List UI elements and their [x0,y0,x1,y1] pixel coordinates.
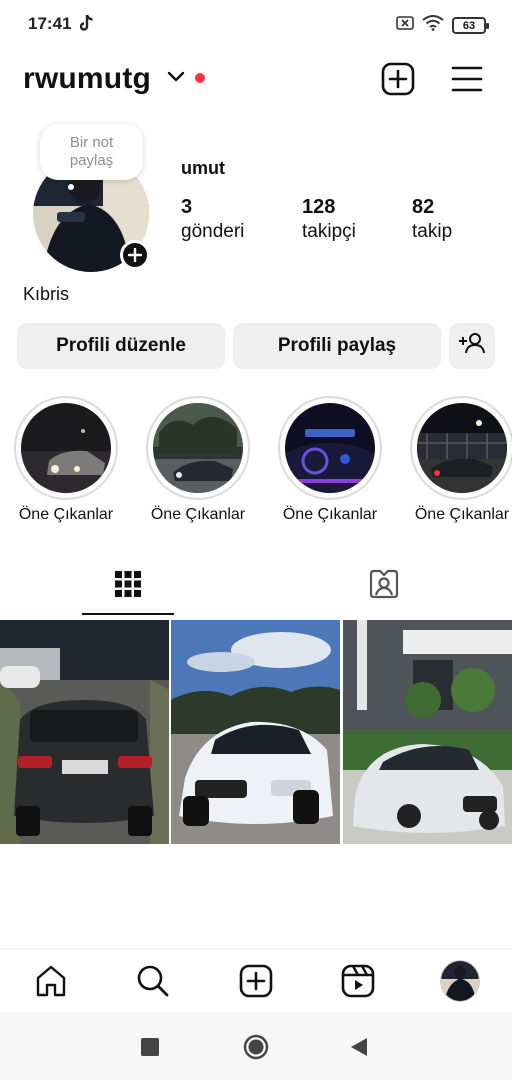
nav-avatar-image [440,960,480,1002]
highlight-ring [14,396,118,500]
add-person-icon [459,332,485,360]
note-text-line1: Bir not [69,134,114,151]
highlight-item[interactable]: Öne Çıkanlar [276,396,384,523]
highlight-image [285,403,375,493]
note-dot [68,184,74,190]
profile-avatar[interactable] [440,960,480,1002]
add-story-button[interactable] [120,240,150,270]
highlight-ring [146,396,250,500]
tiktok-icon [79,14,94,37]
post-thumbnail[interactable] [171,620,340,844]
highlight-label: Öne Çıkanlar [18,506,114,523]
highlight-image [21,403,111,493]
system-nav-bar [0,1012,512,1080]
stat-followers[interactable]: 128 takipçi [302,196,356,246]
status-time: 17:41 [28,14,72,33]
highlight-label: Öne Çıkanlar [150,506,246,523]
stat-followers-label: takipçi [302,221,356,242]
status-bar: 17:41 63 [0,0,512,46]
edit-profile-button[interactable]: Profili düzenle [17,323,225,369]
search-icon[interactable] [133,961,173,1001]
wifi-icon [422,15,444,36]
home-icon[interactable] [31,961,71,1001]
post-thumbnail[interactable] [343,620,512,844]
highlight-item[interactable]: Öne Çıkanlar [408,396,512,523]
create-icon[interactable] [236,961,276,1001]
bottom-nav [0,948,512,1012]
reels-icon[interactable] [338,961,378,1001]
highlight-item[interactable]: Öne Çıkanlar [144,396,252,523]
highlight-image [417,403,507,493]
back-icon[interactable] [350,1037,368,1062]
note-bubble[interactable]: Bir not paylaş [40,124,143,180]
stat-following[interactable]: 82 takip [412,196,452,246]
stat-posts-value: 3 [181,196,193,218]
stat-following-value: 82 [412,196,435,218]
home-circle-icon[interactable] [243,1034,269,1065]
tab-posts-grid[interactable] [0,556,256,616]
tab-tagged[interactable] [256,556,512,616]
stat-following-label: takip [412,221,453,242]
highlight-ring [410,396,512,500]
tagged-icon [368,568,400,605]
recents-icon[interactable] [141,1038,159,1061]
battery-icon: 63 [452,17,489,34]
highlight-image [153,403,243,493]
stat-followers-value: 128 [302,196,336,218]
highlight-ring [278,396,382,500]
battery-level: 63 [462,19,476,32]
highlight-item[interactable]: Öne Çıkanlar [12,396,120,523]
active-tab-indicator [82,613,174,615]
posts-grid [0,620,512,844]
new-post-icon[interactable] [381,62,415,96]
display-name: umut [181,158,225,178]
post-thumbnail[interactable] [0,620,169,844]
chevron-down-icon[interactable] [167,70,185,88]
highlight-label: Öne Çıkanlar [282,506,378,523]
note-text-line2: paylaş [69,152,114,169]
bio-text: Kıbris [23,284,70,304]
username-title[interactable]: rwumutg [23,62,151,96]
highlight-label: Öne Çıkanlar [414,506,510,523]
stat-posts-label: gönderi [181,221,245,242]
stat-posts[interactable]: 3 gönderi [181,196,244,246]
discover-people-button[interactable] [449,323,495,369]
profile-header: rwumutg [0,54,512,110]
battery-saver-icon [396,16,414,35]
menu-icon[interactable] [451,64,483,94]
share-profile-button[interactable]: Profili paylaş [233,323,441,369]
notification-dot [195,73,205,83]
grid-icon [114,570,142,603]
